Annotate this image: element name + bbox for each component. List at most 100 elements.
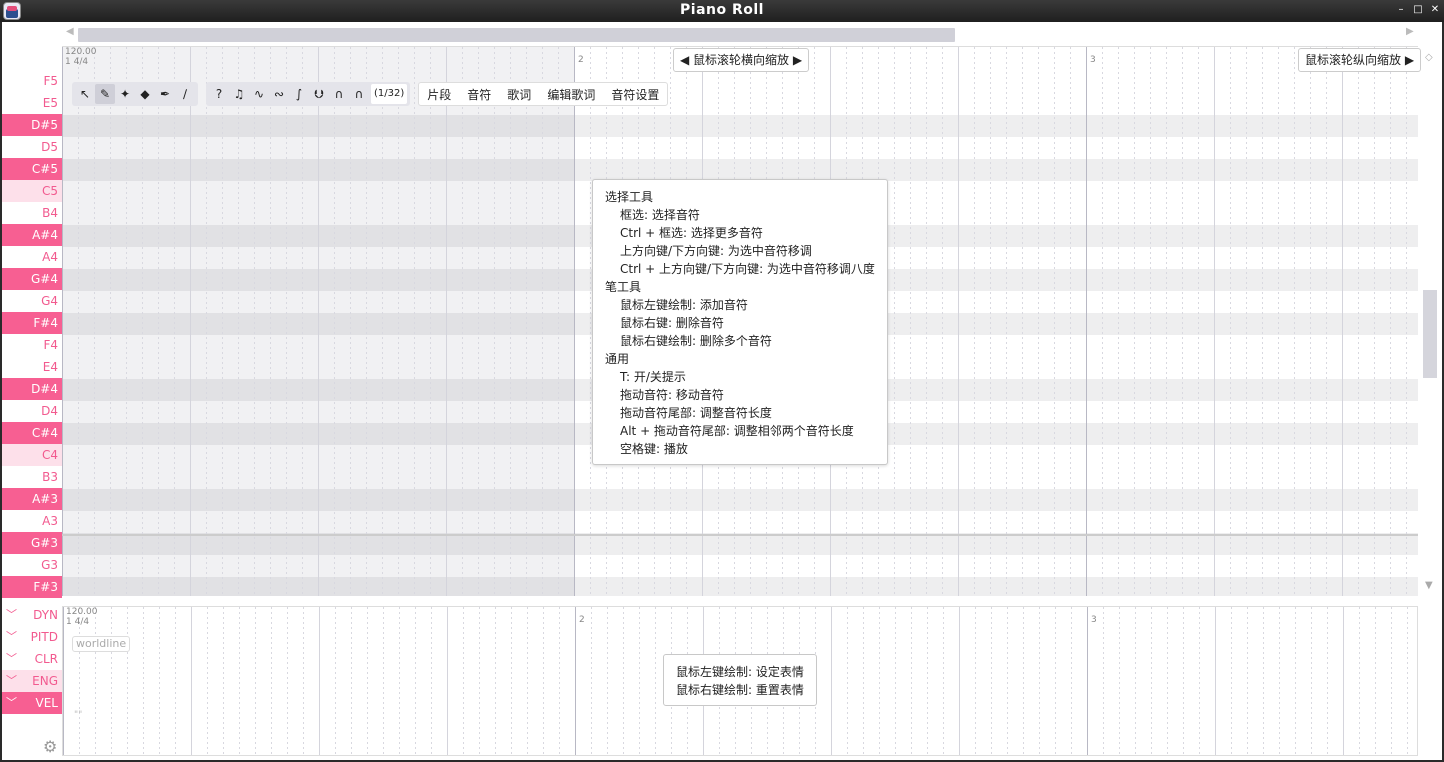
note-menu-bar: 片段 音符 歌词 编辑歌词 音符设置 [418, 82, 669, 106]
piano-keys[interactable]: F5 E5 D#5 D5 C#5 C5 B4 A#4 A4 G#4 G4 F#4 F4 E4 D#4 D4 C#… [2, 70, 62, 598]
minimize-button[interactable]: – [1394, 3, 1408, 17]
tooltip-line: Ctrl + 上方向键/下方向键: 为选中音符移调八度 [620, 262, 875, 276]
time-signature: 1 4/4 [66, 617, 90, 627]
pitch-points-icon[interactable]: ∾ [269, 84, 289, 104]
expression-label: ENG [32, 674, 58, 688]
tooltip-line: 拖动音符: 移动音符 [620, 388, 724, 402]
piano-key[interactable]: C#5 [2, 158, 62, 180]
tooltip-heading: 笔工具 [605, 280, 642, 294]
edit-tools: ↖ ✎ ✦ ◆ ✒ ∕ [72, 82, 198, 106]
vertical-zoom-hint[interactable]: 鼠标滚轮纵向缩放 ▶ [1298, 48, 1422, 72]
menu-item[interactable]: 音符设置 [603, 86, 667, 103]
bar-number: 3 [1091, 615, 1097, 625]
tooltip-line: 空格键: 播放 [620, 442, 688, 456]
piano-key[interactable]: A3 [2, 510, 62, 532]
tempo-marker: 120.00 1 4/4 [66, 607, 98, 627]
piano-key[interactable]: A#4 [2, 224, 62, 246]
piano-key[interactable]: D5 [2, 136, 62, 158]
note-icon[interactable]: ♫ [229, 84, 249, 104]
waveform-icon[interactable]: ⮋ [309, 84, 329, 104]
bar-number: 2 [579, 615, 585, 625]
tooltip-heading: 选择工具 [605, 190, 654, 204]
piano-key[interactable]: F#3 [2, 576, 62, 598]
piano-key[interactable]: G#3 [2, 532, 62, 554]
chevron-down-icon[interactable]: ﹀ [6, 670, 17, 692]
phoneme-icon[interactable]: ∩ [329, 84, 349, 104]
menu-item[interactable]: 音符 [459, 86, 499, 103]
window-title: Piano Roll [680, 2, 764, 18]
scroll-right-icon[interactable]: ▶ [1406, 26, 1414, 37]
piano-key[interactable]: C4 [2, 444, 62, 466]
pitch-curve-icon[interactable]: ∫ [289, 84, 309, 104]
tooltip-line: 鼠标右键: 删除音符 [620, 316, 724, 330]
select-tool-icon[interactable]: ↖ [75, 84, 95, 104]
expression-item[interactable]: ﹀ VEL [2, 692, 62, 714]
tooltip-line: Alt + 拖动音符尾部: 调整相邻两个音符长度 [620, 424, 854, 438]
expression-label: CLR [34, 652, 58, 666]
scroll-left-icon[interactable]: ◀ [66, 26, 74, 37]
bar-number: 3 [1090, 55, 1096, 65]
piano-key[interactable]: C#4 [2, 422, 62, 444]
piano-key[interactable]: G4 [2, 290, 62, 312]
piano-key[interactable]: F4 [2, 334, 62, 356]
worldline-tag[interactable]: worldline [72, 636, 131, 652]
knife-tool-icon[interactable]: ∕ [175, 84, 195, 104]
pen-plus-tool-icon[interactable]: ✦ [115, 84, 135, 104]
expression-tip-line: 鼠标左键绘制: 设定表情 [676, 665, 804, 679]
piano-key[interactable]: G#4 [2, 268, 62, 290]
tooltip-line: 上方向键/下方向键: 为选中音符移调 [620, 244, 812, 258]
toolbar: ↖ ✎ ✦ ◆ ✒ ∕ ? ♫ ∿ ∾ ∫ ⮋ ∩ ∩ (1/32) 片段 音符 歌词 编辑歌词 音符设置 [72, 82, 669, 106]
vertical-scroll-thumb[interactable] [1423, 290, 1437, 378]
chevron-down-icon[interactable]: ﹀ [6, 604, 17, 626]
chevron-down-icon[interactable]: ﹀ [6, 648, 17, 670]
menu-item[interactable]: 编辑歌词 [539, 86, 603, 103]
menu-item[interactable]: 歌词 [499, 86, 539, 103]
piano-key[interactable]: G3 [2, 554, 62, 576]
chevron-down-icon[interactable]: ﹀ [6, 626, 17, 648]
menu-item[interactable]: 片段 [419, 86, 459, 103]
piano-key[interactable]: E5 [2, 92, 62, 114]
piano-key[interactable]: B3 [2, 466, 62, 488]
tempo-marker[interactable]: 120.00 1 4/4 [65, 47, 97, 67]
piano-key[interactable]: B4 [2, 202, 62, 224]
piano-key[interactable]: A#3 [2, 488, 62, 510]
expression-label: PITD [30, 630, 58, 644]
help-tooltip: 选择工具 框选: 选择音符 Ctrl + 框选: 选择更多音符 上方向键/下方向键: … [592, 179, 888, 465]
piano-key[interactable]: D#4 [2, 378, 62, 400]
piano-key[interactable]: F5 [2, 70, 62, 92]
scroll-up-icon[interactable]: ◇ [1425, 52, 1433, 63]
piano-key[interactable]: D#5 [2, 114, 62, 136]
chevron-down-icon[interactable]: ﹀ [6, 692, 17, 714]
maximize-button[interactable]: □ [1411, 3, 1425, 17]
horizontal-zoom-hint[interactable]: ◀ 鼠标滚轮横向缩放 ▶ [673, 48, 810, 72]
vibrato-icon[interactable]: ∿ [249, 84, 269, 104]
expression-item[interactable]: ﹀ ENG [2, 670, 62, 692]
horizontal-scrollbar[interactable]: ◀ ▶ [62, 22, 1420, 42]
piano-key[interactable]: D4 [2, 400, 62, 422]
expression-item[interactable]: ﹀ DYN [2, 604, 62, 626]
piano-key[interactable]: A4 [2, 246, 62, 268]
expression-item[interactable]: ﹀ PITD [2, 626, 62, 648]
draw-pitch-tool-icon[interactable]: ✒ [155, 84, 175, 104]
lyric-placeholder: "" [74, 710, 83, 720]
time-signature: 1 4/4 [65, 57, 89, 67]
scroll-down-icon[interactable]: ▼ [1425, 580, 1433, 591]
snap-magnet-icon[interactable]: ∩ [349, 84, 369, 104]
vertical-scrollbar[interactable]: ◇ ▼ [1420, 46, 1440, 596]
show-tips-icon[interactable]: ? [209, 84, 229, 104]
expression-label: DYN [33, 608, 58, 622]
piano-key[interactable]: E4 [2, 356, 62, 378]
piano-key[interactable]: F#4 [2, 312, 62, 334]
tempo-value: 120.00 [65, 47, 97, 57]
expression-item[interactable]: ﹀ CLR [2, 648, 62, 670]
piano-key[interactable]: C5 [2, 180, 62, 202]
eraser-tool-icon[interactable]: ◆ [135, 84, 155, 104]
pen-tool-icon[interactable]: ✎ [95, 84, 115, 104]
close-button[interactable]: ✕ [1428, 3, 1442, 17]
tooltip-line: 框选: 选择音符 [620, 208, 700, 222]
tooltip-heading: 通用 [605, 352, 630, 366]
horizontal-scroll-thumb[interactable] [78, 28, 955, 42]
snap-division[interactable]: (1/32) [371, 84, 408, 104]
tooltip-line: T: 开/关提示 [620, 370, 686, 384]
gear-icon[interactable]: ⚙ [43, 737, 57, 756]
